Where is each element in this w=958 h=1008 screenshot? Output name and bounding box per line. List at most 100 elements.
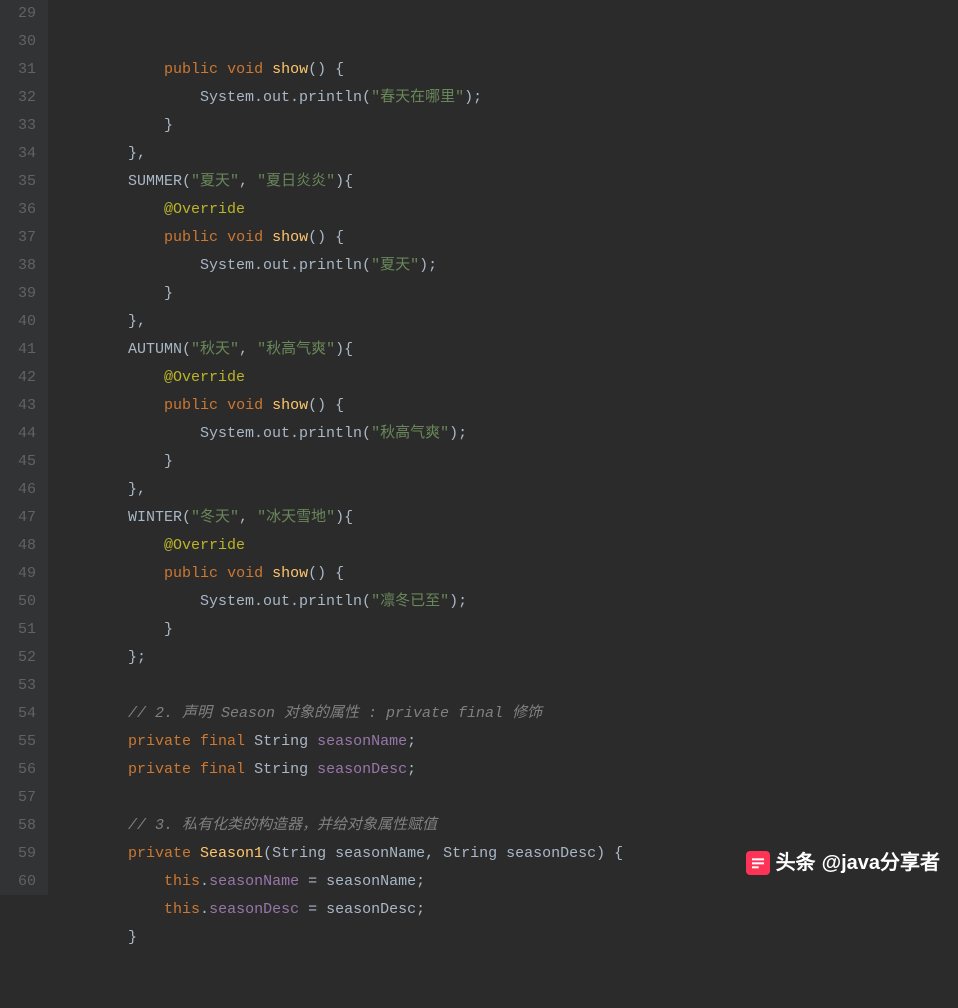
line-number: 40 <box>8 308 36 336</box>
token-punc: ); <box>449 593 467 610</box>
token-str: "秋天" <box>191 341 239 358</box>
code-line[interactable]: // 3. 私有化类的构造器，并给对象属性赋值 <box>56 812 958 840</box>
code-area[interactable]: public void show() { System.out.println(… <box>48 0 958 895</box>
token-ann: @Override <box>164 537 245 554</box>
token-kw: private <box>128 733 191 750</box>
code-line[interactable]: this.seasonDesc = seasonDesc; <box>56 896 958 924</box>
token-punc: }; <box>128 649 146 666</box>
code-line[interactable]: SUMMER("夏天", "夏日炎炎"){ <box>56 168 958 196</box>
code-line[interactable]: } <box>56 924 958 952</box>
token-punc: } <box>164 117 173 134</box>
code-line[interactable]: @Override <box>56 532 958 560</box>
token-param: seasonName <box>326 873 416 890</box>
code-line[interactable]: }, <box>56 308 958 336</box>
token-punc <box>191 845 200 862</box>
token-punc: ; <box>416 873 425 890</box>
token-field: seasonDesc <box>317 761 407 778</box>
code-line[interactable]: } <box>56 112 958 140</box>
token-kw: this <box>164 901 200 918</box>
code-line[interactable]: System.out.println("凛冬已至"); <box>56 588 958 616</box>
token-punc: () { <box>308 397 344 414</box>
token-ident: WINTER( <box>128 509 191 526</box>
token-punc: ){ <box>335 341 353 358</box>
line-number: 56 <box>8 756 36 784</box>
token-kw: public <box>164 565 218 582</box>
token-punc <box>263 61 272 78</box>
token-kw: void <box>227 229 263 246</box>
line-number: 42 <box>8 364 36 392</box>
code-line[interactable]: private final String seasonDesc; <box>56 756 958 784</box>
token-ident: System.out.println( <box>200 425 371 442</box>
code-line[interactable]: private final String seasonName; <box>56 728 958 756</box>
token-type: String <box>443 845 506 862</box>
token-fn: Season1 <box>200 845 263 862</box>
token-comment: // 3. 私有化类的构造器，并给对象属性赋值 <box>128 817 437 834</box>
token-punc: }, <box>128 313 146 330</box>
code-line[interactable]: }; <box>56 644 958 672</box>
code-line[interactable] <box>56 672 958 700</box>
code-line[interactable]: public void show() { <box>56 224 958 252</box>
token-ident: System.out.println( <box>200 257 371 274</box>
code-line[interactable]: // 2. 声明 Season 对象的属性 : private final 修饰 <box>56 700 958 728</box>
line-number: 58 <box>8 812 36 840</box>
code-line[interactable]: WINTER("冬天", "冰天雪地"){ <box>56 504 958 532</box>
line-number: 53 <box>8 672 36 700</box>
token-param: seasonDesc <box>326 901 416 918</box>
token-fn: show <box>272 61 308 78</box>
code-line[interactable]: }, <box>56 140 958 168</box>
token-punc: ( <box>263 845 272 862</box>
token-punc: ) { <box>596 845 623 862</box>
token-str: "凛冬已至" <box>371 593 449 610</box>
token-punc: () { <box>308 61 344 78</box>
token-kw: private <box>128 761 191 778</box>
token-kw: public <box>164 61 218 78</box>
code-line[interactable]: public void show() { <box>56 56 958 84</box>
code-line[interactable]: System.out.println("春天在哪里"); <box>56 84 958 112</box>
token-kw: void <box>227 565 263 582</box>
token-kw: private <box>128 845 191 862</box>
code-line[interactable]: System.out.println("夏天"); <box>56 252 958 280</box>
code-line[interactable]: } <box>56 448 958 476</box>
token-punc: ); <box>464 89 482 106</box>
token-punc: = <box>299 873 326 890</box>
line-number: 52 <box>8 644 36 672</box>
code-line[interactable]: } <box>56 280 958 308</box>
code-line[interactable]: } <box>56 616 958 644</box>
code-editor: 2930313233343536373839404142434445464748… <box>0 0 958 895</box>
token-str: "冬天" <box>191 509 239 526</box>
line-number: 31 <box>8 56 36 84</box>
code-line[interactable]: @Override <box>56 196 958 224</box>
token-type: String <box>254 761 317 778</box>
token-kw: void <box>227 61 263 78</box>
token-punc <box>245 761 254 778</box>
line-number: 34 <box>8 140 36 168</box>
token-punc <box>218 397 227 414</box>
line-number: 43 <box>8 392 36 420</box>
code-line[interactable]: System.out.println("秋高气爽"); <box>56 420 958 448</box>
token-str: "冰天雪地" <box>257 509 335 526</box>
line-number: 50 <box>8 588 36 616</box>
code-line[interactable]: AUTUMN("秋天", "秋高气爽"){ <box>56 336 958 364</box>
code-line[interactable]: }, <box>56 476 958 504</box>
token-punc: } <box>164 285 173 302</box>
token-kw: this <box>164 873 200 890</box>
code-line[interactable]: public void show() { <box>56 392 958 420</box>
line-number: 38 <box>8 252 36 280</box>
token-punc: } <box>128 929 137 946</box>
token-str: "夏天" <box>191 173 239 190</box>
code-line[interactable] <box>56 784 958 812</box>
token-kw: void <box>227 397 263 414</box>
code-line[interactable]: @Override <box>56 364 958 392</box>
token-fn: show <box>272 397 308 414</box>
token-punc: ); <box>419 257 437 274</box>
token-punc <box>245 733 254 750</box>
line-number: 35 <box>8 168 36 196</box>
token-param: seasonName <box>335 845 425 862</box>
token-punc: . <box>200 873 209 890</box>
code-line[interactable]: public void show() { <box>56 560 958 588</box>
line-number: 29 <box>8 0 36 28</box>
line-number: 44 <box>8 420 36 448</box>
line-number: 48 <box>8 532 36 560</box>
token-field: seasonDesc <box>209 901 299 918</box>
line-number-gutter: 2930313233343536373839404142434445464748… <box>0 0 48 895</box>
